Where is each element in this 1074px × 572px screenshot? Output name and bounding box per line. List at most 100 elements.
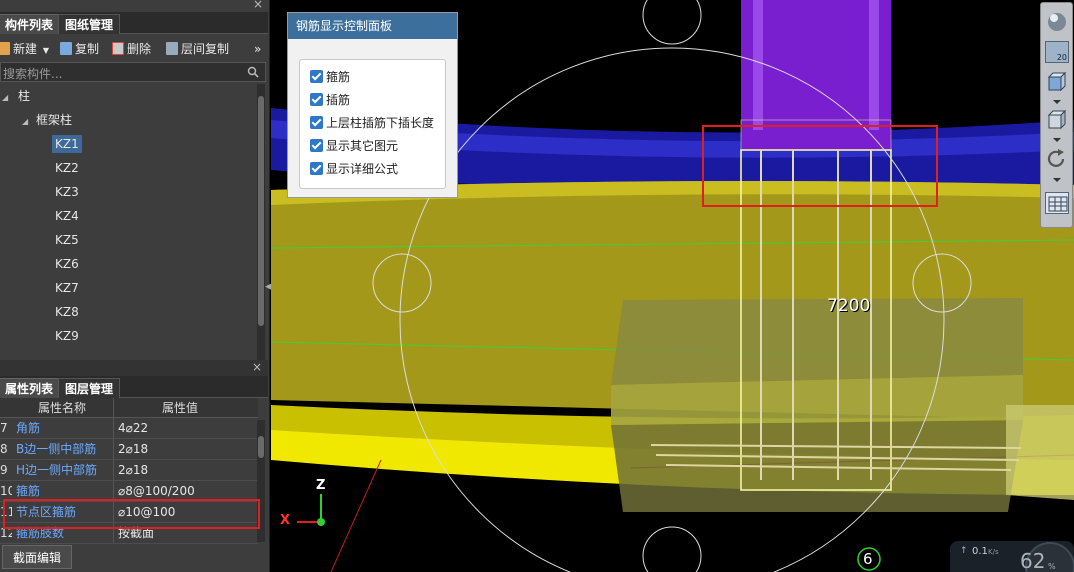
tree-item[interactable]: KZ3 — [52, 180, 82, 204]
tree-scrollbar[interactable] — [257, 84, 265, 360]
dimension-label: 7200 — [827, 296, 871, 316]
tree-item[interactable]: KZ2 — [52, 156, 82, 180]
table-row[interactable]: 8 B边一侧中部筋 2⌀18 — [0, 439, 258, 460]
left-panel: 构件列表 图纸管理 × 新建 ▼ 复制 删除 层间复制 » 搜索构件... ◢ … — [0, 0, 272, 572]
option-row[interactable]: 箍筋 — [310, 68, 350, 86]
new-button[interactable]: 新建 ▼ — [0, 40, 49, 58]
option-row[interactable]: 显示其它图元 — [310, 137, 398, 155]
usage-percent: 62 — [1020, 549, 1046, 572]
chevron-down-icon[interactable] — [1053, 100, 1061, 104]
collapse-icon[interactable]: ◢ — [22, 117, 28, 126]
copy-button[interactable]: 复制 — [60, 40, 99, 58]
property-panel-header: × — [0, 360, 268, 376]
tab-layer-management[interactable]: 图层管理 — [58, 378, 121, 398]
tree-item-label: KZ5 — [55, 233, 79, 247]
tree-node-column-label: 柱 — [17, 89, 30, 103]
option-row[interactable]: 插筋 — [310, 91, 350, 109]
checkbox[interactable] — [310, 70, 323, 83]
component-tabbar: 构件列表 图纸管理 — [0, 12, 268, 34]
component-toolbar: 新建 ▼ 复制 删除 层间复制 » — [0, 38, 268, 60]
tree-item-label: KZ7 — [55, 281, 79, 295]
axis-line-red — [330, 459, 382, 572]
tree-item-label: KZ1 — [52, 135, 82, 153]
control-panel-title: 钢筋显示控制面板 — [288, 13, 457, 39]
chevron-down-icon[interactable] — [1053, 178, 1061, 182]
checkbox[interactable] — [310, 162, 323, 175]
tree-item-label: KZ8 — [55, 305, 79, 319]
table-row[interactable]: 9 H边一侧中部筋 2⌀18 — [0, 460, 258, 481]
property-panel-close-icon[interactable]: × — [252, 360, 262, 374]
checkbox[interactable] — [310, 93, 323, 106]
grid-view-button[interactable] — [1045, 192, 1069, 214]
delete-button[interactable]: 删除 — [112, 40, 151, 58]
option-row[interactable]: 显示详细公式 — [310, 160, 398, 178]
highlight-box-joint-stirrup — [3, 499, 260, 529]
checkbox[interactable] — [310, 139, 323, 152]
collapse-icon[interactable]: ◢ — [2, 93, 8, 102]
orbit-handle-bottom[interactable] — [642, 526, 702, 572]
more-tools-button[interactable]: » — [254, 40, 261, 58]
tree-node-frame-column[interactable]: ◢ 框架柱 — [22, 108, 72, 132]
search-icon[interactable] — [247, 66, 259, 78]
orbit-handle-top[interactable] — [642, 0, 702, 45]
control-options-box: 箍筋插筋上层柱插筋下插长度 显示其它图元 显示详细公式 — [299, 59, 446, 189]
tree-item[interactable]: KZ8 — [52, 300, 82, 324]
floor-copy-button-label: 层间复制 — [181, 42, 230, 56]
property-value[interactable]: 2⌀18 — [118, 439, 258, 460]
delete-button-label: 删除 — [127, 42, 152, 56]
row-number: 8 — [0, 442, 8, 456]
tree-item[interactable]: KZ6 — [52, 252, 82, 276]
usage-percent-sign: % — [1048, 562, 1056, 571]
tree-node-frame-column-label: 框架柱 — [35, 113, 72, 127]
view-cube-button[interactable] — [1045, 71, 1069, 93]
option-label: 显示其它图元 — [326, 139, 399, 153]
zoom-level-button[interactable]: 20 — [1045, 41, 1069, 63]
box-view-button[interactable] — [1045, 109, 1069, 131]
property-value[interactable]: 4⌀22 — [118, 418, 258, 439]
tree-item-label: KZ3 — [55, 185, 79, 199]
option-label: 上层柱插筋下插长度 — [326, 116, 435, 130]
tree-item[interactable]: KZ9 — [52, 324, 82, 348]
property-name: B边一侧中部筋 — [16, 442, 97, 456]
new-button-label: 新建 — [13, 42, 38, 56]
cube-icon — [1047, 71, 1067, 92]
table-row[interactable]: 7 角筋 4⌀22 — [0, 418, 258, 439]
tab-section-edit[interactable]: 截面编辑 — [2, 545, 73, 569]
property-tabbar: 属性列表 图层管理 — [0, 376, 268, 398]
column-header-value: 属性值 — [162, 401, 199, 415]
checkbox[interactable] — [310, 116, 323, 129]
option-label: 显示详细公式 — [326, 162, 399, 176]
tree-node-column[interactable]: ◢ 柱 — [2, 84, 30, 108]
rotate-button[interactable] — [1045, 148, 1069, 170]
search-input[interactable]: 搜索构件... — [3, 65, 62, 82]
tree-item[interactable]: KZ5 — [52, 228, 82, 252]
option-row[interactable]: 上层柱插筋下插长度 — [310, 114, 434, 132]
tree-scrollbar-thumb[interactable] — [258, 96, 264, 326]
chevron-down-icon[interactable] — [1053, 138, 1061, 142]
tree-item[interactable]: KZ1 — [52, 132, 82, 156]
panel-collapse-icon[interactable]: ◀ — [265, 282, 272, 296]
option-label: 插筋 — [326, 93, 351, 107]
footing-right — [1006, 405, 1074, 500]
tree-item-label: KZ6 — [55, 257, 79, 271]
speed-unit: K/s — [988, 548, 999, 556]
rotate-icon — [1047, 149, 1065, 167]
chevron-down-icon[interactable]: ▼ — [43, 46, 49, 55]
tab-component-list[interactable]: 构件列表 — [0, 14, 61, 34]
tab-drawing-management[interactable]: 图纸管理 — [58, 14, 121, 34]
tree-item-label: KZ9 — [55, 329, 79, 343]
component-search-box[interactable]: 搜索构件... — [0, 62, 266, 82]
tree-item[interactable]: KZ4 — [52, 204, 82, 228]
column-header-name: 属性名称 — [38, 401, 87, 415]
render-mode-button[interactable] — [1045, 11, 1069, 33]
tree-item-label: KZ4 — [55, 209, 79, 223]
component-panel-close-icon[interactable]: × — [253, 0, 263, 11]
delete-icon — [112, 42, 124, 55]
property-name: H边一侧中部筋 — [16, 463, 98, 477]
property-value[interactable]: 2⌀18 — [118, 460, 258, 481]
upload-speed: 0.1 — [972, 546, 988, 557]
tree-item[interactable]: KZ7 — [52, 276, 82, 300]
floor-copy-button[interactable]: 层间复制 — [166, 40, 229, 58]
property-scrollbar-thumb[interactable] — [258, 436, 264, 458]
tab-property-list[interactable]: 属性列表 — [0, 378, 61, 398]
